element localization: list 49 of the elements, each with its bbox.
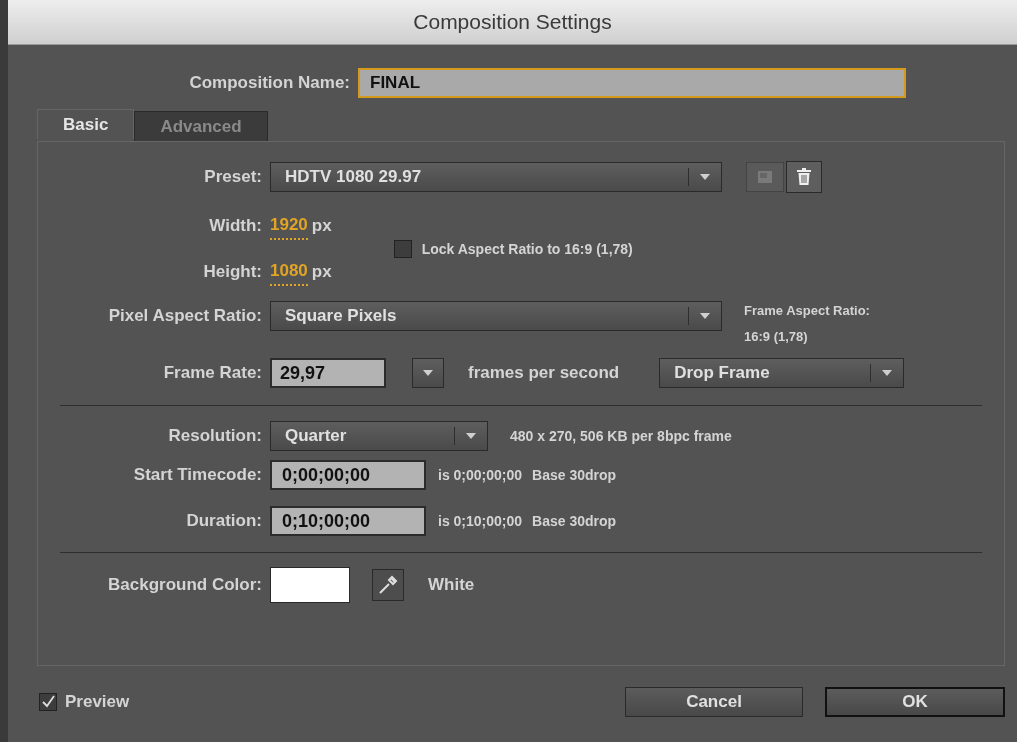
field-label: Preset: <box>204 166 262 189</box>
unit-label: frames per second <box>468 362 620 385</box>
checkbox[interactable] <box>39 693 57 711</box>
timecode-base: Base 30drop <box>532 465 617 485</box>
checkbox[interactable] <box>393 240 412 258</box>
checkbox-label: Lock Aspect Ratio to 16:9 (1,78) <box>421 239 633 259</box>
start-timecode-field[interactable]: 0;00;00;00 <box>270 460 426 490</box>
field-label: Pixel Aspect Ratio: <box>108 305 262 328</box>
unit-label: px <box>311 261 332 284</box>
resolution-info: 480 x 270, 506 KB per 8bpc frame <box>510 426 732 446</box>
dialog-button[interactable]: Cancel <box>625 687 803 717</box>
height-value[interactable]: 1080 <box>270 258 308 286</box>
composition-name-field[interactable]: FINAL <box>358 68 906 98</box>
trash-icon[interactable] <box>786 161 822 193</box>
color-swatch[interactable] <box>270 567 350 603</box>
frame-aspect-value: 16:9 (1,78) <box>744 327 809 346</box>
duration-field[interactable]: 0;10;00;00 <box>270 506 426 536</box>
frame-aspect-label: Frame Aspect Ratio: <box>744 302 870 320</box>
dialog-button[interactable]: OK <box>825 687 1005 717</box>
pixel-aspect-dropdown[interactable]: Square Pixels <box>270 301 722 331</box>
drop-frame-dropdown[interactable]: Drop Frame <box>659 358 905 388</box>
frame-rate-dropdown[interactable] <box>412 358 444 388</box>
preset-dropdown[interactable]: HDTV 1080 29.97 <box>270 162 722 192</box>
unit-label: px <box>311 215 332 238</box>
field-label: Width: <box>209 215 262 238</box>
field-label: Frame Rate: <box>163 362 262 385</box>
timecode-info: is 0;00;00;00 <box>438 465 523 485</box>
timecode-info: is 0;10;00;00 <box>438 511 523 531</box>
field-label: Height: <box>203 261 262 284</box>
resolution-dropdown[interactable]: Quarter <box>270 421 488 451</box>
timecode-base: Base 30drop <box>532 511 617 531</box>
caret-icon <box>699 173 711 181</box>
field-label: Background Color: <box>108 574 262 597</box>
caret-icon <box>465 432 477 440</box>
caret-icon <box>422 369 434 377</box>
color-name: White <box>428 574 475 597</box>
field-label: Start Timecode: <box>133 464 262 487</box>
field-label: Composition Name: <box>189 72 350 95</box>
checkbox-label: Preview <box>65 691 130 714</box>
width-value[interactable]: 1920 <box>270 212 308 240</box>
field-label: Resolution: <box>168 425 262 448</box>
caret-icon <box>699 312 711 320</box>
tab[interactable]: Advanced <box>134 111 268 141</box>
eyedropper-icon[interactable] <box>372 569 404 601</box>
window-title: Composition Settings <box>413 9 612 36</box>
tab[interactable]: Basic <box>37 109 135 139</box>
field-label: Duration: <box>186 510 262 533</box>
frame-rate-field[interactable]: 29,97 <box>270 358 386 388</box>
caret-icon <box>881 369 894 377</box>
